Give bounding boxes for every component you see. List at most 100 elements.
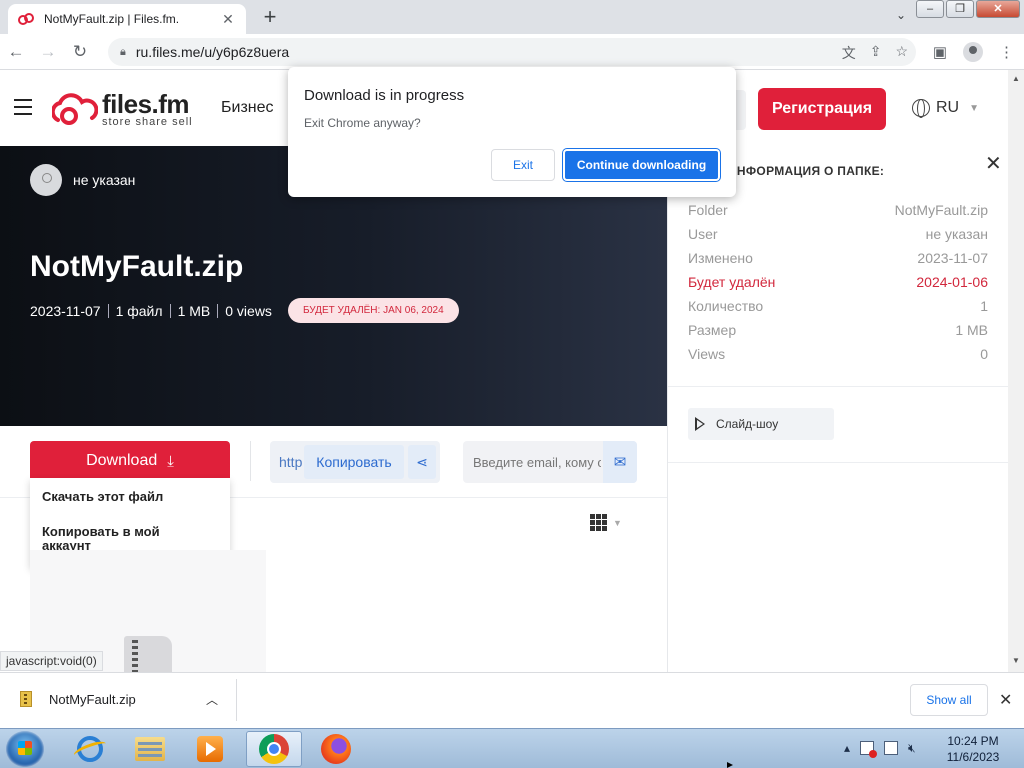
register-button[interactable]: Регистрация (758, 88, 886, 130)
logo-name: files.fm (102, 89, 190, 119)
slideshow-label: Слайд-шоу (716, 417, 779, 431)
language-selector[interactable]: RU ▼ (912, 99, 980, 118)
download-item[interactable]: NotMyFault.zip (20, 691, 136, 707)
file-meta: 2023-11-07 1 файл 1 MB 0 views БУДЕТ УДА… (30, 298, 459, 323)
download-button[interactable]: Download ⤓ (30, 441, 230, 481)
download-this-file-item[interactable]: Скачать этот файл (42, 489, 163, 504)
page-scrollbar[interactable]: ▲ ▼ (1008, 70, 1024, 672)
copy-to-account-item[interactable]: Копировать в мой аккаунт (42, 525, 202, 553)
chevron-up-icon[interactable]: ︿ (206, 691, 218, 708)
share-icon[interactable]: ⇪ (870, 43, 882, 63)
info-value: NotMyFault.zip (894, 202, 988, 218)
exit-button[interactable]: Exit (491, 149, 555, 181)
clock-date: 11/6/2023 (946, 750, 1000, 764)
avatar (30, 164, 62, 196)
maximize-button[interactable]: ❐ (946, 0, 974, 18)
slideshow-button[interactable]: Слайд-шоу (688, 408, 834, 440)
hamburger-menu-icon[interactable] (14, 99, 32, 115)
folder-info-panel: ИНФОРМАЦИЯ О ПАПКЕ: ✕ Folder NotMyFault.z… (667, 146, 1009, 672)
download-filename: NotMyFault.zip (49, 691, 136, 707)
internet-explorer-icon (77, 736, 103, 762)
cloud-logo-icon (52, 93, 98, 125)
back-icon[interactable]: ← (0, 42, 32, 62)
browser-tab[interactable]: NotMyFault.zip | Files.fm. ✕ (8, 4, 246, 34)
reload-icon[interactable]: ↻ (64, 42, 96, 62)
file-title: NotMyFault.zip (30, 250, 244, 283)
media-player-icon (197, 736, 223, 762)
lock-icon[interactable]: 🔒︎ (120, 46, 126, 59)
meta-divider (217, 303, 219, 318)
bookmark-star-icon[interactable]: ☆ (895, 43, 908, 63)
taskbar-chrome[interactable] (246, 731, 302, 767)
globe-icon (912, 99, 930, 118)
forward-icon[interactable]: → (32, 42, 64, 62)
network-icon[interactable] (884, 741, 899, 755)
info-label: Views (688, 346, 726, 362)
chevron-down-icon: ▼ (613, 517, 622, 528)
download-shelf: NotMyFault.zip ︿ Show all ✕ (0, 672, 1024, 728)
translate-icon[interactable]: 文 (842, 43, 856, 63)
nav-business-link[interactable]: Бизнес (221, 99, 274, 117)
taskbar-clock[interactable]: 10:24 PM 11/6/2023 (930, 733, 1016, 765)
tray-expand-icon[interactable]: ▴ (844, 741, 850, 756)
uploader[interactable]: не указан (30, 164, 135, 196)
email-share-field[interactable]: Введите email, кому отправить ✉ (463, 441, 637, 483)
meta-divider (169, 303, 171, 318)
email-send-icon[interactable]: ✉ (603, 441, 637, 483)
taskbar-media-player[interactable] (182, 731, 238, 767)
panel-heading: ИНФОРМАЦИЯ О ПАПКЕ: (728, 164, 885, 178)
taskbar-file-explorer[interactable] (122, 731, 178, 767)
window-close-button[interactable]: ✕ (976, 0, 1020, 18)
tab-strip: NotMyFault.zip | Files.fm. ✕ + ⌄ – ❐ ✕ (0, 0, 1024, 34)
info-label: Размер (688, 322, 737, 338)
url-text: ru.files.me/u/y6p6z8uera (135, 44, 290, 60)
show-all-button[interactable]: Show all (910, 684, 988, 716)
start-button[interactable] (6, 731, 44, 767)
copy-link-button[interactable]: Копировать (304, 445, 404, 479)
system-tray: ▴ 🔇︎ (844, 741, 916, 758)
info-label: Количество (688, 298, 764, 314)
meta-views: 0 views (225, 302, 272, 319)
continue-downloading-button[interactable]: Continue downloading (563, 149, 720, 181)
close-icon[interactable]: ✕ (999, 690, 1012, 710)
email-input[interactable]: Введите email, кому отправить (473, 455, 601, 470)
side-panel-icon[interactable]: ▣ (933, 43, 947, 61)
zip-file-icon (124, 636, 172, 672)
play-icon (695, 417, 705, 431)
info-row: Количество 1 (688, 298, 988, 322)
clock-time: 10:24 PM (947, 734, 999, 748)
zip-file-icon (20, 691, 32, 707)
meta-date: 2023-11-07 (30, 302, 101, 319)
action-center-flag-icon[interactable] (860, 741, 878, 758)
meta-divider (107, 303, 109, 318)
firefox-icon (321, 734, 351, 764)
info-value: не указан (925, 226, 988, 242)
taskbar-internet-explorer[interactable] (62, 731, 118, 767)
new-tab-button[interactable]: + (258, 5, 282, 29)
volume-muted-icon[interactable]: 🔇︎ (908, 741, 916, 756)
share-link-text[interactable]: http (279, 454, 302, 470)
scroll-up-icon[interactable]: ▲ (1012, 74, 1020, 83)
taskbar-firefox[interactable] (308, 731, 364, 767)
view-mode-toggle[interactable]: ▼ (590, 514, 622, 531)
chevron-down-icon: ▼ (969, 102, 980, 114)
mouse-cursor-icon (727, 762, 733, 768)
tab-close-icon[interactable]: ✕ (220, 11, 236, 28)
scroll-down-icon[interactable]: ▼ (1012, 656, 1020, 665)
files-fm-logo[interactable]: files.fm store share sell (52, 89, 193, 128)
delete-date-badge: БУДЕТ УДАЛЁН: JAN 06, 2024 (287, 298, 459, 323)
address-bar[interactable]: 🔒︎ ru.files.me/u/y6p6z8uera 文 ⇪ ☆ (108, 38, 916, 66)
profile-icon[interactable] (963, 42, 983, 62)
close-icon[interactable]: ✕ (985, 151, 1002, 176)
info-row: Views 0 (688, 346, 988, 370)
minimize-button[interactable]: – (916, 0, 944, 18)
info-label: Folder (688, 202, 728, 218)
tab-search-icon[interactable]: ⌄ (896, 8, 906, 22)
grid-view-icon (590, 514, 607, 531)
browser-toolbar: ← → ↻ 🔒︎ ru.files.me/u/y6p6z8uera 文 ⇪ ☆ … (0, 34, 1024, 70)
info-row: User не указан (688, 226, 988, 250)
share-icon[interactable]: ⋖ (408, 445, 436, 479)
dialog-message: Exit Chrome anyway? (304, 116, 421, 130)
meta-file-count: 1 файл (115, 302, 163, 319)
chrome-menu-icon[interactable]: ⋮ (999, 43, 1014, 61)
